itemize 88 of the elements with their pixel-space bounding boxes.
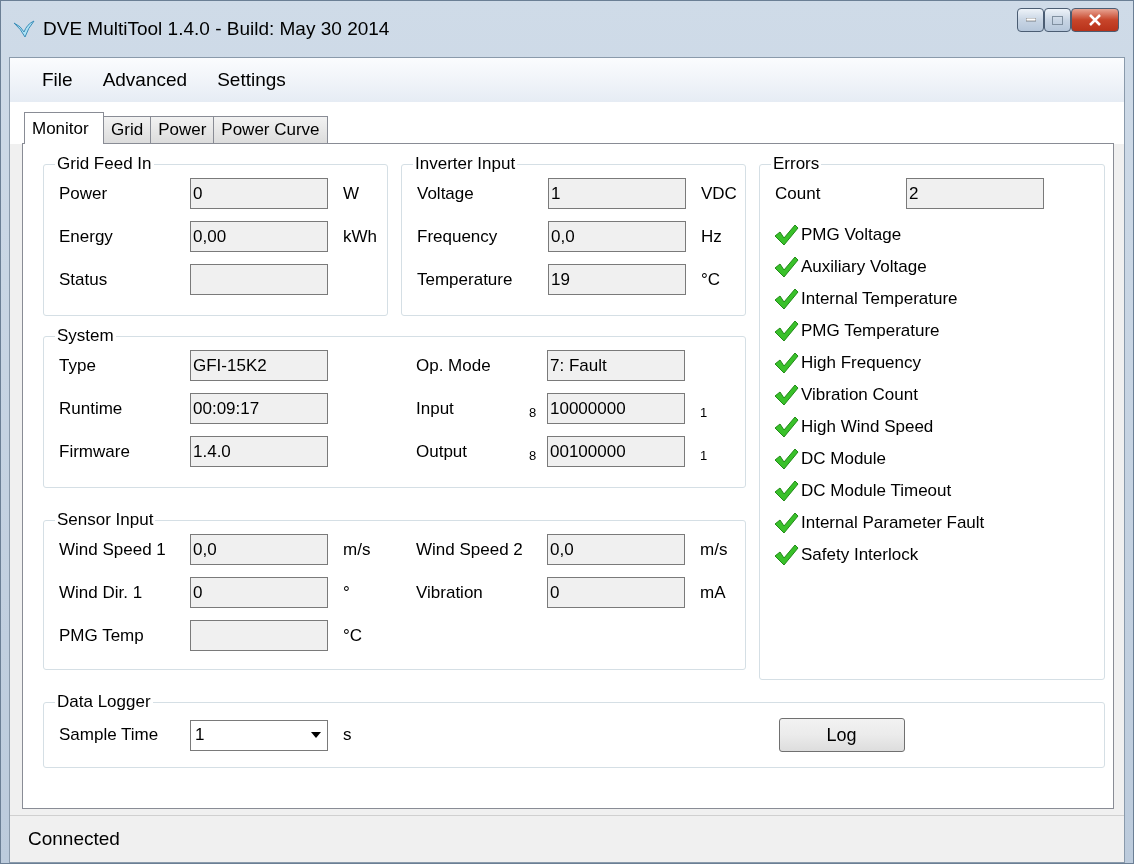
readonly-field[interactable]: 0,0 [547,534,685,565]
menu-item[interactable]: Settings [209,67,294,93]
error-label: Internal Parameter Fault [801,513,985,533]
field-label: Output [416,441,469,462]
field-label: Temperature [417,269,514,290]
readonly-field[interactable]: 0 [547,577,685,608]
log-button[interactable]: Log [778,718,905,752]
readonly-field[interactable]: 0 [190,178,328,209]
field-label: Runtime [59,398,124,419]
minimize-icon [1025,18,1036,22]
readonly-field[interactable] [190,264,328,295]
bit-index-label: 8 [529,405,538,420]
readonly-field[interactable]: 1.4.0 [190,436,328,467]
menu-item[interactable]: Advanced [94,67,196,93]
field-label: Wind Speed 1 [59,539,167,560]
readonly-field[interactable]: GFI-15K2 [190,350,328,381]
group-title: Data Logger [56,692,152,712]
app-logo-icon [13,20,35,38]
caret-icon [311,732,321,738]
error-label: Safety Interlock [801,545,919,565]
group-title: System [56,326,115,346]
field-label: Wind Dir. 1 [59,582,144,603]
group-title: Sensor Input [56,510,155,530]
readonly-field[interactable]: 0,0 [190,534,328,565]
field-label: Op. Mode [416,355,492,376]
tab[interactable]: Power [150,116,215,144]
readonly-field[interactable]: 0 [190,577,328,608]
error-label: High Frequency [801,353,921,373]
readonly-field[interactable]: 10000000 [547,393,685,424]
maximize-button[interactable] [1044,8,1071,32]
unit-label: W [343,183,360,204]
readonly-field[interactable]: 00:09:17 [190,393,328,424]
close-button[interactable] [1071,8,1119,32]
unit-label: °C [343,625,363,646]
readonly-field[interactable] [190,620,328,651]
unit-label: s [343,725,352,745]
close-icon [1088,14,1102,26]
bit-index-label: 1 [700,405,708,420]
bit-index-label: 1 [700,448,708,463]
group-title: Grid Feed In [56,154,153,174]
readonly-field[interactable]: 0,00 [190,221,328,252]
unit-label: mA [700,582,726,603]
tab[interactable]: Monitor [24,112,104,144]
unit-label: Hz [701,226,722,247]
readonly-field[interactable]: 7: Fault [547,350,685,381]
field-label: PMG Temp [59,625,145,646]
unit-label: VDC [701,183,737,204]
bit-index-label: 8 [529,448,538,463]
readonly-field[interactable]: 00100000 [547,436,685,467]
error-label: Auxiliary Voltage [801,257,927,277]
readonly-field[interactable]: 0,0 [548,221,686,252]
field-label: Vibration [416,582,484,603]
field-label: Input [416,398,455,419]
group-title: Errors [772,154,821,174]
error-label: PMG Voltage [801,225,902,245]
field-label: Power [59,183,109,204]
error-label: High Wind Speed [801,417,934,437]
field-label: Wind Speed 2 [416,539,524,560]
readonly-field[interactable]: 1 [548,178,686,209]
unit-label: m/s [700,539,728,560]
field-label: Status [59,269,109,290]
field-label: Sample Time [59,725,160,745]
tab[interactable]: Power Curve [213,116,328,144]
error-label: DC Module [801,449,887,469]
minimize-button[interactable] [1017,8,1044,32]
group-title: Inverter Input [414,154,517,174]
field-label: Type [59,355,97,376]
window-title: DVE MultiTool 1.4.0 - Build: May 30 2014 [43,18,391,40]
field-label: Frequency [417,226,499,247]
status-text: Connected [28,827,120,850]
field-label: Energy [59,226,114,247]
field-label: Voltage [417,183,475,204]
sample-time-dropdown[interactable]: 1 [190,719,328,751]
error-label: DC Module Timeout [801,481,952,501]
readonly-field[interactable]: 19 [548,264,686,295]
field-label: Count [775,183,822,204]
field-label: Firmware [59,441,131,462]
error-label: Internal Temperature [801,289,958,309]
unit-label: m/s [343,539,371,560]
maximize-icon [1052,15,1063,25]
menu-item[interactable]: File [34,67,81,93]
unit-label: ° [343,582,350,603]
tab[interactable]: Grid [103,116,152,144]
readonly-field[interactable]: 2 [906,178,1044,209]
error-label: Vibration Count [801,385,918,405]
unit-label: kWh [343,226,377,247]
unit-label: °C [701,269,721,290]
error-label: PMG Temperature [801,321,940,341]
